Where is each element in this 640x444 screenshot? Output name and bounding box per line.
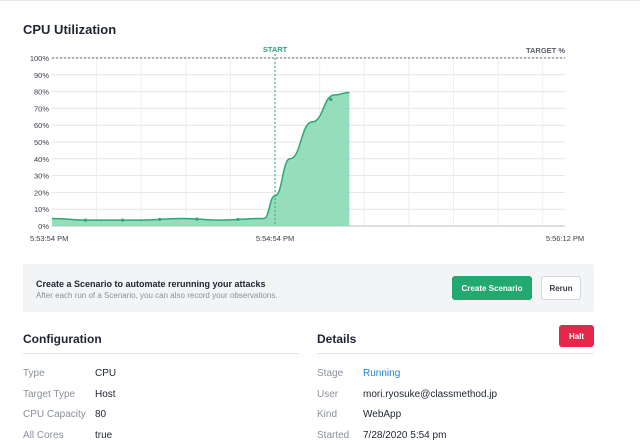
details-divider bbox=[317, 353, 594, 354]
details-key: User bbox=[317, 389, 339, 400]
config-key: Target Type bbox=[23, 389, 76, 400]
cpu-data-point bbox=[195, 217, 199, 221]
halt-button[interactable]: Halt bbox=[559, 325, 594, 347]
x-tick-label: 5:53:54 PM bbox=[30, 234, 68, 243]
configuration-divider bbox=[23, 353, 299, 354]
config-key: CPU Capacity bbox=[23, 409, 86, 420]
config-key: All Cores bbox=[23, 430, 64, 441]
details-value: 7/28/2020 5:54 pm bbox=[363, 430, 447, 441]
stage-status-link[interactable]: Running bbox=[363, 368, 400, 379]
details-value: WebApp bbox=[363, 409, 402, 420]
banner-subtitle: After each run of a Scenario, you can al… bbox=[36, 291, 278, 300]
config-value: 80 bbox=[95, 409, 107, 420]
chart-section-title: CPU Utilization bbox=[23, 22, 117, 37]
details-key: Started bbox=[317, 430, 350, 441]
rerun-button[interactable]: Rerun bbox=[541, 276, 581, 300]
y-tick-label: 0% bbox=[38, 222, 49, 231]
cpu-data-point bbox=[236, 217, 240, 222]
scenario-banner: Create a Scenario to automate rerunning … bbox=[23, 264, 594, 312]
y-tick-label: 50% bbox=[34, 138, 49, 147]
create-scenario-button[interactable]: Create Scenario bbox=[452, 276, 532, 300]
top-divider bbox=[0, 0, 640, 1]
target-line-label: TARGET % bbox=[526, 46, 565, 55]
y-tick-label: 90% bbox=[34, 71, 49, 80]
config-value: CPU bbox=[95, 368, 117, 379]
y-tick-label: 40% bbox=[34, 155, 49, 164]
cpu-data-point bbox=[329, 97, 333, 102]
details-key: Kind bbox=[317, 409, 338, 420]
cpu-data-point bbox=[121, 218, 125, 222]
config-value: true bbox=[95, 430, 113, 441]
config-key: Type bbox=[23, 368, 45, 379]
x-tick-label: 5:54:54 PM bbox=[256, 234, 294, 243]
y-tick-label: 80% bbox=[34, 88, 49, 97]
y-tick-label: 70% bbox=[34, 104, 49, 113]
details-key: Stage bbox=[317, 368, 344, 379]
y-tick-label: 30% bbox=[34, 172, 49, 181]
banner-title: Create a Scenario to automate rerunning … bbox=[36, 279, 266, 289]
configuration-title: Configuration bbox=[23, 332, 102, 346]
y-tick-label: 20% bbox=[34, 188, 49, 197]
details-value: mori.ryosuke@classmethod.jp bbox=[363, 389, 498, 400]
y-tick-label: 100% bbox=[30, 54, 50, 63]
cpu-utilization-chart: 0% 10% 20% 30% 40% 50% 60% 70% 80% 90% 100% TARGET … bbox=[30, 45, 584, 243]
config-value: Host bbox=[95, 389, 116, 400]
details-title: Details bbox=[317, 332, 357, 346]
cpu-data-point bbox=[158, 217, 162, 221]
y-tick-label: 10% bbox=[34, 205, 49, 214]
start-marker-label: START bbox=[263, 45, 288, 54]
y-tick-label: 60% bbox=[34, 121, 49, 130]
cpu-data-point bbox=[83, 218, 88, 222]
x-tick-label: 5:56:12 PM bbox=[546, 234, 584, 243]
